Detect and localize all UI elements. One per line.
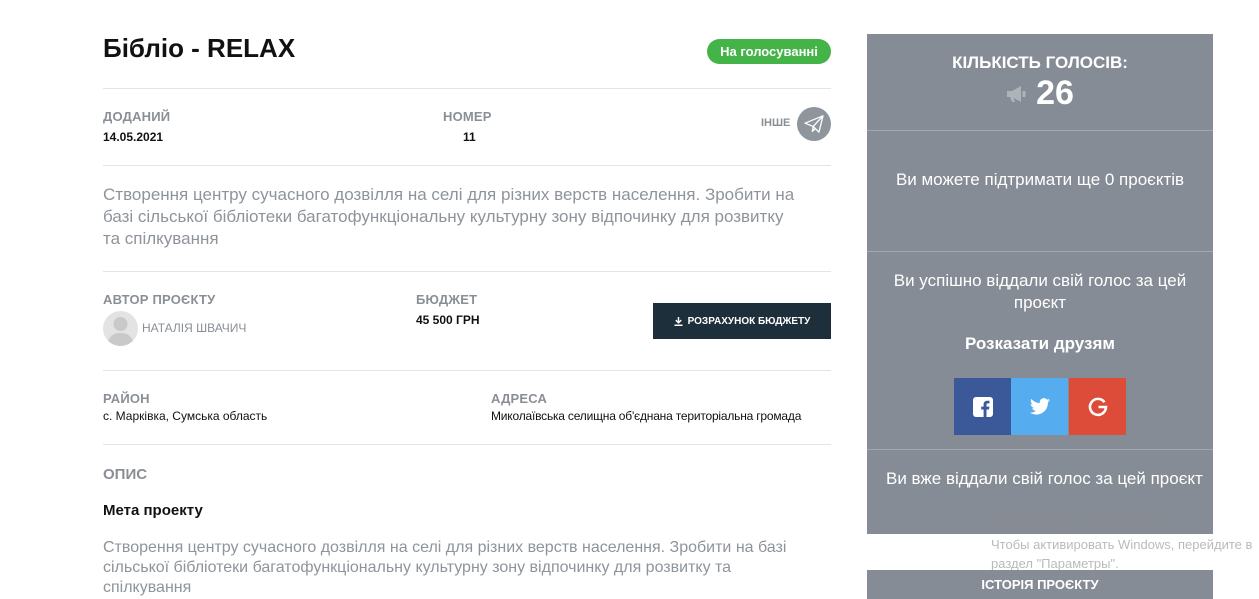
divider [103,370,831,371]
author-label: АВТОР ПРОЄКТУ [103,292,216,307]
twitter-share-button[interactable] [1011,378,1068,435]
budget-value: 45 500 ГРН [416,313,480,327]
project-summary: Створення центру сучасного дозвілля на с… [103,185,795,248]
watermark-line: Чтобы активировать Windows, перейдите в [991,537,1253,552]
facebook-icon [972,396,993,417]
divider [103,444,831,445]
user-icon [107,317,134,346]
megaphone-icon [1007,85,1026,102]
share-label: ІНШЕ [761,117,791,129]
project-history-button[interactable]: ІСТОРІЯ ПРОЄКТУ [867,570,1213,599]
budget-button-label: РОЗРАХУНОК БЮДЖЕТУ [687,315,811,327]
divider [103,165,831,166]
paper-plane-icon [804,115,824,133]
twitter-icon [1029,398,1050,415]
goal-heading: Мета проекту [103,502,203,519]
download-icon [674,316,683,326]
votes-count: 26 [1036,74,1074,112]
votes-row: 26 [867,74,1213,113]
page-title: Бібліо - RELAX [103,33,296,63]
divider [867,449,1213,450]
votes-title: КІЛЬКІСТЬ ГОЛОСІВ: [952,53,1128,72]
address-label: АДРЕСА [491,391,548,406]
support-section: Ви можете підтримати ще 0 проєктів [867,131,1213,252]
district-label: РАЙОН [103,391,150,406]
budget-calculation-button[interactable]: РОЗРАХУНОК БЮДЖЕТУ [653,303,831,339]
voting-sidebar: КІЛЬКІСТЬ ГОЛОСІВ: 26 Ви можете підтрима… [867,34,1213,534]
watermark-line: раздел "Параметры". [991,556,1119,571]
support-text: Ви можете підтримати ще 0 проєктів [895,170,1185,189]
number-value: 11 [463,130,476,144]
added-label: ДОДАНИЙ [103,109,171,124]
votes-section: КІЛЬКІСТЬ ГОЛОСІВ: 26 [867,34,1213,131]
google-share-button[interactable] [1069,378,1126,435]
windows-activation-watermark-text: Чтобы активировать Windows, перейдите в … [991,535,1252,573]
author-name[interactable]: НАТАЛІЯ ШВАЧИЧ [142,321,246,335]
facebook-share-button[interactable] [954,378,1011,435]
address-value: Миколаївська селищна об'єднана територіа… [491,409,802,423]
vote-success-text: Ви успішно віддали свій голос за цей про… [893,271,1187,312]
district-value: с. Марківка, Сумська область [103,409,268,423]
divider [103,88,831,89]
windows-activation-watermark-title: Активация Windows [991,510,1167,531]
tell-friends-heading: Розказати друзям [964,334,1115,353]
status-badge: На голосуванні [707,39,831,64]
budget-label: БЮДЖЕТ [416,292,478,307]
share-button[interactable] [797,107,831,141]
avatar [103,311,138,346]
added-date: 14.05.2021 [103,130,164,144]
number-label: НОМЕР [443,109,492,124]
already-voted-text: Ви вже віддали свій голос за цей проєкт [886,469,1203,488]
description-heading: ОПИС [103,466,148,483]
divider [103,271,831,272]
goal-text: Створення центру сучасного дозвілля на с… [103,539,787,596]
google-icon [1088,397,1107,416]
